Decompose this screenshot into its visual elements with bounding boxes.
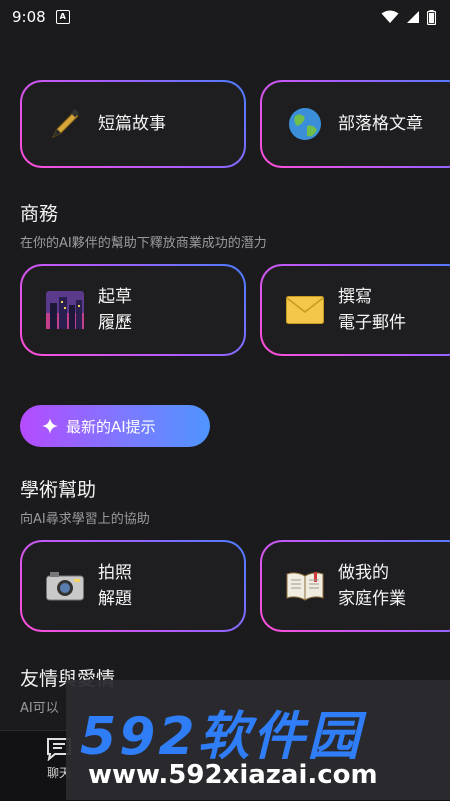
card-write-email[interactable]: 撰寫 電子郵件: [260, 264, 450, 356]
card-photo-solve[interactable]: 拍照 解題: [20, 540, 246, 632]
notification-app-icon: A: [55, 10, 70, 24]
section-subtitle-friendship: AI可以: [20, 701, 59, 716]
globe-icon: [286, 105, 324, 143]
card-label: 撰寫 電子郵件: [338, 284, 406, 336]
card-blog-post[interactable]: 部落格文章: [260, 80, 450, 168]
status-time: 9:08: [12, 8, 46, 26]
cell-signal-icon: [407, 11, 419, 23]
wifi-icon: [381, 10, 399, 23]
card-label-line1: 做我的: [338, 563, 389, 583]
book-icon: [286, 567, 324, 605]
section-subtitle-academic: 向AI尋求學習上的協助: [20, 512, 150, 527]
envelope-icon: [286, 291, 324, 329]
latest-ai-prompts-button[interactable]: 最新的AI提示: [20, 405, 210, 447]
latest-ai-prompts-label: 最新的AI提示: [66, 417, 156, 436]
card-label: 部落格文章: [338, 114, 423, 134]
watermark-brand: 592软件园: [80, 707, 363, 767]
status-bar: 9:08 A: [0, 0, 450, 34]
card-label-line1: 起草: [98, 287, 132, 307]
card-label-line2: 家庭作業: [338, 589, 406, 609]
city-icon: [46, 291, 84, 329]
watermark-url: www.592xiazai.com: [88, 760, 378, 790]
card-label-line2: 電子郵件: [338, 313, 406, 333]
card-label: 拍照 解題: [98, 560, 132, 612]
card-do-homework[interactable]: 做我的 家庭作業: [260, 540, 450, 632]
card-label: 短篇故事: [98, 114, 166, 134]
card-label: 起草 履歷: [98, 284, 132, 336]
card-short-story[interactable]: 短篇故事: [20, 80, 246, 168]
sparkle-icon: [42, 418, 58, 434]
battery-icon: [427, 9, 436, 25]
card-label-line1: 撰寫: [338, 287, 372, 307]
section-subtitle-business: 在你的AI夥伴的幫助下釋放商業成功的潛力: [20, 236, 267, 251]
pen-icon: [46, 105, 84, 143]
card-label-line2: 解題: [98, 589, 132, 609]
watermark: 592软件园 www.592xiazai.com: [66, 680, 450, 800]
section-title-academic: 學術幫助: [20, 479, 97, 501]
card-label-line1: 拍照: [98, 563, 132, 583]
section-title-business: 商務: [20, 203, 59, 225]
camera-icon: [46, 567, 84, 605]
card-draft-resume[interactable]: 起草 履歷: [20, 264, 246, 356]
card-label: 做我的 家庭作業: [338, 560, 406, 612]
card-label-line2: 履歷: [98, 313, 132, 333]
